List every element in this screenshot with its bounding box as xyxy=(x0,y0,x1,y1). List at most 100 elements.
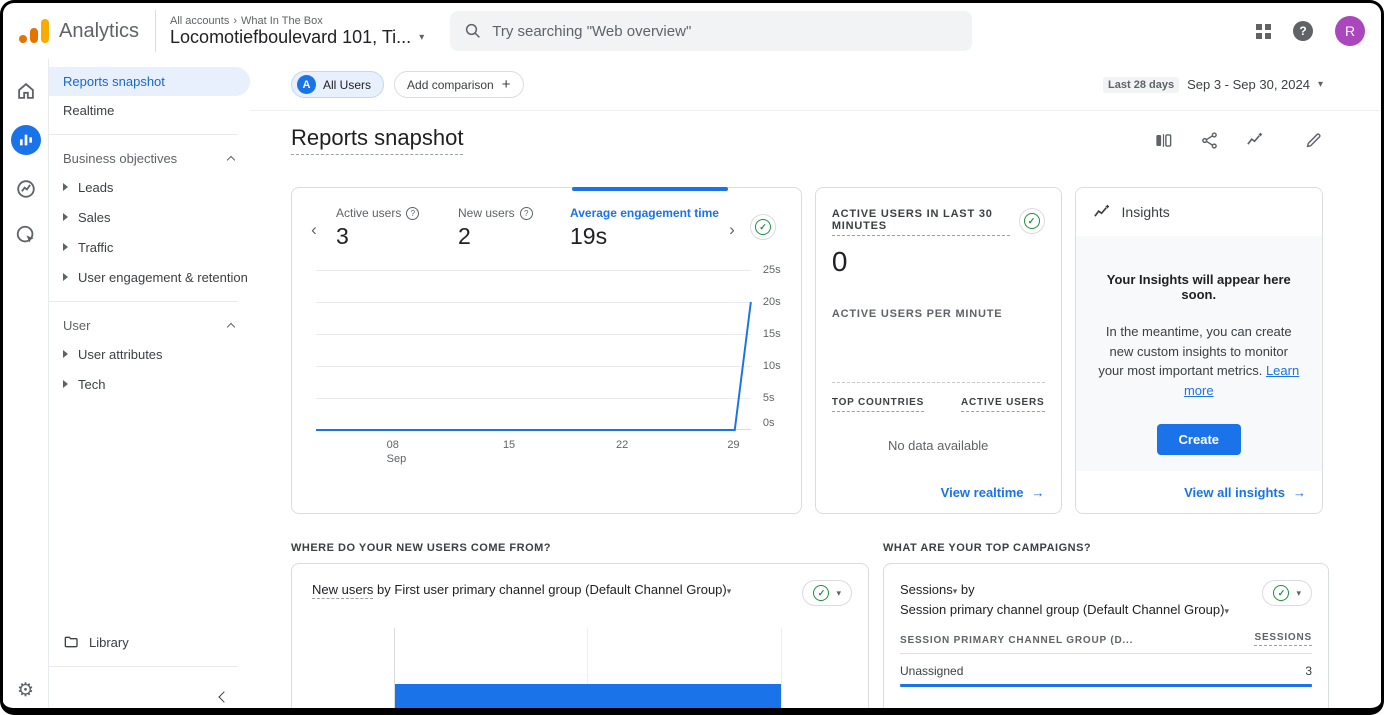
arrow-right-icon: → xyxy=(1293,485,1306,500)
metric-link[interactable]: New users xyxy=(312,582,373,599)
y-tick-label: 5s xyxy=(763,392,775,404)
data-quality-dropdown[interactable]: ✓ ▾ xyxy=(1262,580,1312,606)
caret-down-icon: ▾ xyxy=(836,588,841,599)
all-users-chip[interactable]: A All Users xyxy=(291,71,384,98)
comparison-columns-icon[interactable] xyxy=(1153,130,1173,150)
help-circle-icon[interactable]: ? xyxy=(520,207,533,220)
sidebar-item-reports-snapshot[interactable]: Reports snapshot xyxy=(49,67,250,96)
sessions-column-header[interactable]: SESSIONS xyxy=(1254,632,1312,646)
chevron-up-icon xyxy=(227,155,235,163)
check-icon: ✓ xyxy=(1273,585,1289,601)
metric-link[interactable]: Sessions▾ xyxy=(900,582,957,597)
date-range-type: Last 28 days xyxy=(1103,77,1179,93)
data-quality-icon[interactable]: ✓ xyxy=(1019,208,1045,234)
metric-tab-active-users[interactable]: Active users? 3 xyxy=(336,206,446,250)
tree-item-label: Tech xyxy=(78,377,105,392)
metrics-prev-icon[interactable]: ‹ xyxy=(304,220,324,240)
dimension-text: by First user primary channel group (Def… xyxy=(373,582,726,597)
sidebar-item-traffic[interactable]: Traffic xyxy=(49,232,250,262)
sidebar-section-business-objectives[interactable]: Business objectives xyxy=(49,144,250,172)
campaigns-section-header: WHAT ARE YOUR TOP CAMPAIGNS? xyxy=(883,542,1329,554)
report-content: Reports snapshot xyxy=(250,125,1381,715)
sidebar-item-realtime[interactable]: Realtime xyxy=(49,96,250,125)
x-tick-label: 08Sep xyxy=(387,438,407,467)
insights-spark-icon xyxy=(1092,202,1112,222)
breadcrumb-account[interactable]: What In The Box xyxy=(241,15,323,27)
link-label: View all insights xyxy=(1184,485,1285,500)
data-quality-icon[interactable]: ✓ xyxy=(750,214,776,240)
property-selector[interactable]: Locomotiefboulevard 101, Ti... ▾ xyxy=(170,27,424,48)
app-body: ⚙ Reports snapshot Realtime Business obj… xyxy=(3,59,1381,715)
home-icon[interactable] xyxy=(14,79,38,103)
metric-tab-new-users[interactable]: New users? 2 xyxy=(458,206,558,250)
apps-grid-icon[interactable] xyxy=(1256,24,1271,39)
metric-tabs: ‹ Active users? 3 New users? 2 Average e… xyxy=(292,188,801,250)
search-bar[interactable] xyxy=(450,11,972,51)
add-comparison-button[interactable]: Add comparison + xyxy=(394,71,523,98)
no-data-message: No data available xyxy=(832,438,1045,453)
sidebar-item-sales[interactable]: Sales xyxy=(49,202,250,232)
sidebar-item-user-attributes[interactable]: User attributes xyxy=(49,339,250,369)
active-users-header[interactable]: ACTIVE USERS xyxy=(961,397,1045,412)
avatar[interactable]: R xyxy=(1335,16,1365,46)
chevron-left-icon xyxy=(218,691,229,702)
new-users-card-title: New users by First user primary channel … xyxy=(292,580,868,606)
tree-item-label: User attributes xyxy=(78,347,163,362)
caret-down-icon[interactable]: ▾ xyxy=(727,586,732,596)
search-input[interactable] xyxy=(492,23,958,40)
new-users-card: New users by First user primary channel … xyxy=(291,563,869,715)
all-users-label: All Users xyxy=(323,78,371,92)
triangle-right-icon xyxy=(63,183,68,191)
help-circle-icon[interactable]: ? xyxy=(406,207,419,220)
triangle-right-icon xyxy=(63,350,68,358)
property-name[interactable]: Locomotiefboulevard 101, Ti... xyxy=(170,27,411,48)
header-divider xyxy=(155,10,156,52)
create-insight-button[interactable]: Create xyxy=(1157,424,1241,455)
insights-spark-icon[interactable] xyxy=(1245,130,1265,150)
section-title: Business objectives xyxy=(63,151,177,166)
top-countries-header[interactable]: TOP COUNTRIES xyxy=(832,397,924,412)
collapse-sidebar-button[interactable] xyxy=(49,676,250,715)
plus-icon: + xyxy=(502,76,511,93)
analytics-logo-icon xyxy=(19,19,49,43)
settings-gear-icon[interactable]: ⚙ xyxy=(17,679,34,702)
library-label: Library xyxy=(89,635,129,650)
sidebar-divider xyxy=(49,666,238,667)
help-icon[interactable]: ? xyxy=(1293,21,1313,41)
insights-card: Insights Your Insights will appear here … xyxy=(1075,187,1323,514)
edit-pencil-icon[interactable] xyxy=(1303,130,1323,150)
sidebar-section-user[interactable]: User xyxy=(49,311,250,339)
search-icon xyxy=(464,22,482,40)
sidebar-divider xyxy=(49,134,238,135)
check-icon: ✓ xyxy=(1024,213,1040,229)
reports-icon[interactable] xyxy=(11,125,41,155)
metric-tab-avg-engagement-time[interactable]: Average engagement time p 19s xyxy=(570,206,722,250)
breadcrumb: All accounts › What In The Box xyxy=(170,15,424,27)
share-icon[interactable] xyxy=(1199,130,1219,150)
check-icon: ✓ xyxy=(755,219,771,235)
comparison-toolbar: A All Users Add comparison + Last 28 day… xyxy=(250,59,1381,111)
new-users-section-header: WHERE DO YOUR NEW USERS COME FROM? xyxy=(291,542,869,554)
metrics-next-icon[interactable]: › xyxy=(722,220,742,240)
date-range-picker[interactable]: Last 28 days Sep 3 - Sep 30, 2024 ▾ xyxy=(1103,77,1323,93)
dimension-link[interactable]: Session primary channel group (Default C… xyxy=(900,602,1229,617)
view-realtime-link[interactable]: View realtime → xyxy=(941,485,1045,500)
channel-column-header[interactable]: SESSION PRIMARY CHANNEL GROUP (D... xyxy=(900,635,1133,646)
view-all-insights-link[interactable]: View all insights → xyxy=(1184,485,1306,500)
advertising-icon[interactable] xyxy=(14,223,38,247)
sidebar-item-user-engagement[interactable]: User engagement & retention xyxy=(49,262,250,292)
reports-sidebar: Reports snapshot Realtime Business objec… xyxy=(49,59,250,715)
sidebar-item-library[interactable]: Library xyxy=(49,627,250,657)
sidebar-item-tech[interactable]: Tech xyxy=(49,369,250,399)
line-series-svg xyxy=(316,270,751,430)
title-mid: by xyxy=(957,582,974,597)
explore-icon[interactable] xyxy=(14,177,38,201)
data-quality-dropdown[interactable]: ✓ ▾ xyxy=(802,580,852,606)
summary-cards-row: ‹ Active users? 3 New users? 2 Average e… xyxy=(291,187,1323,514)
table-row[interactable]: Unassigned 3 xyxy=(900,654,1312,684)
breadcrumb-all-accounts[interactable]: All accounts xyxy=(170,15,229,27)
metric-label: Average engagement time p xyxy=(570,206,720,220)
check-icon: ✓ xyxy=(813,585,829,601)
unassigned-bar[interactable] xyxy=(395,684,781,715)
sidebar-item-leads[interactable]: Leads xyxy=(49,172,250,202)
